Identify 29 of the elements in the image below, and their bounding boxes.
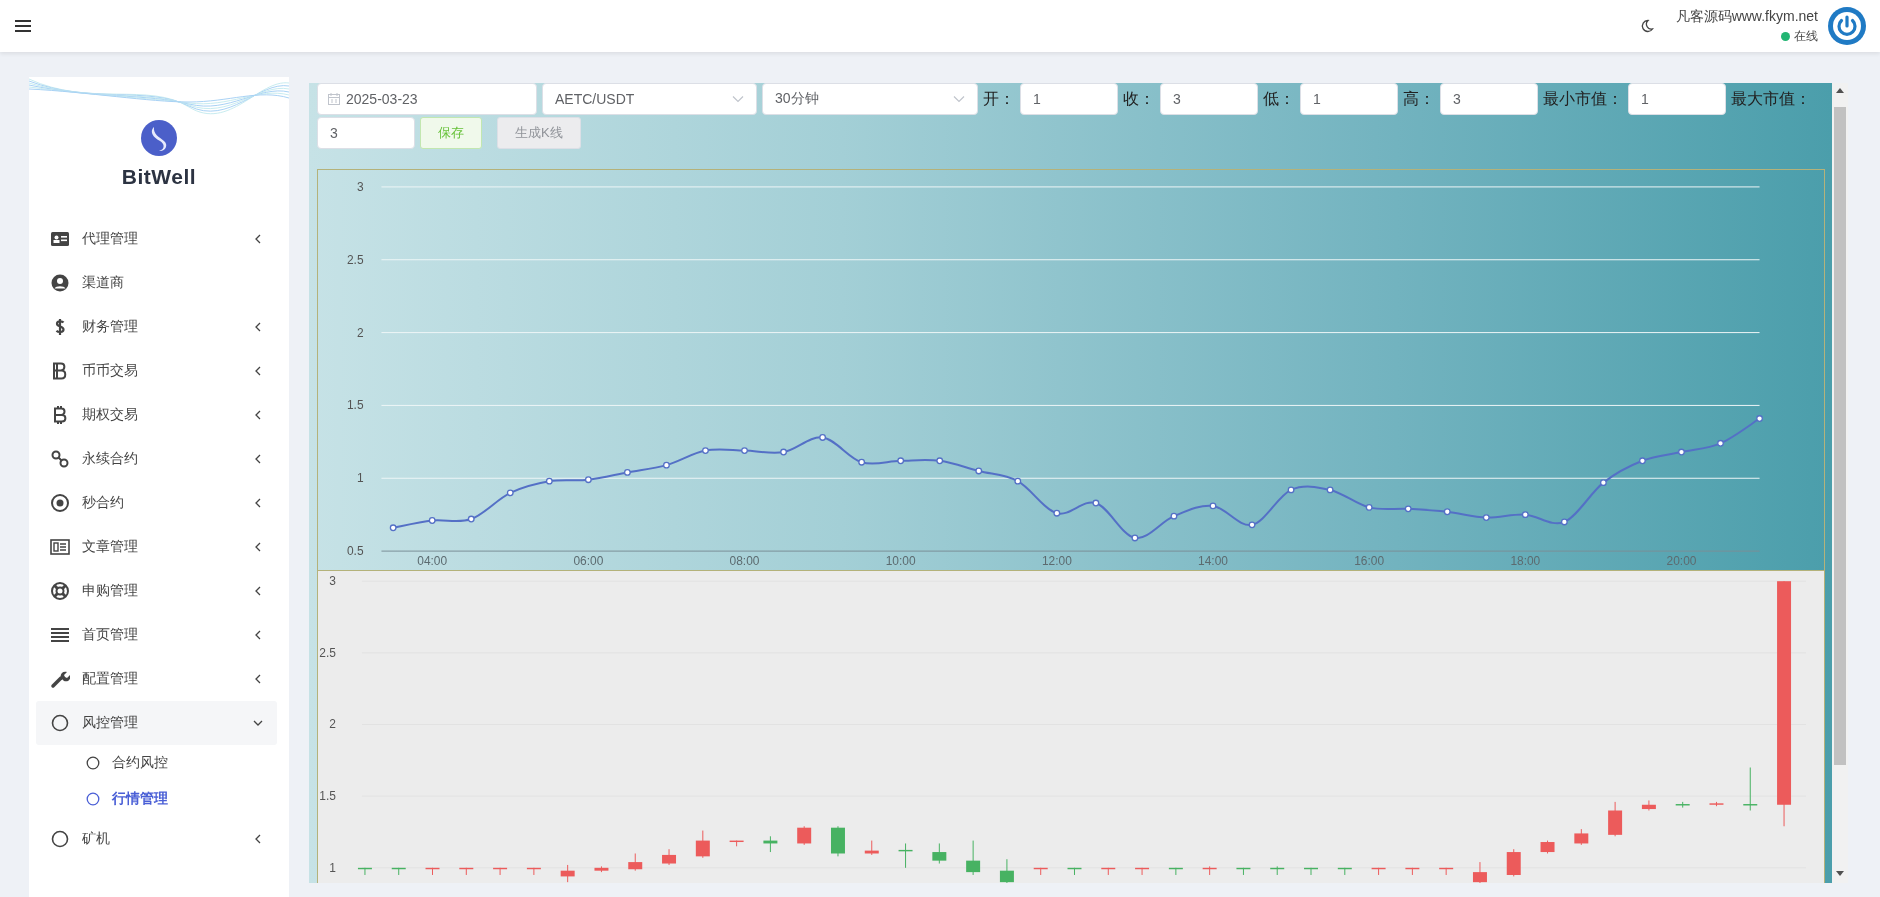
- axis-label: 10:00: [885, 554, 916, 568]
- field-label: 高：: [1403, 88, 1435, 109]
- axis-label: 06:00: [573, 554, 604, 568]
- axis-label: 2: [329, 717, 336, 732]
- field-label: 收：: [1123, 88, 1155, 109]
- axis-label: 18:00: [1510, 554, 1541, 568]
- axis-label: 2.5: [319, 645, 336, 660]
- field-label: 最大市值：: [1731, 88, 1811, 109]
- axis-label: 04:00: [417, 554, 448, 568]
- axis-label: 2.5: [346, 252, 364, 267]
- user-name: 凡客源码www.fkym.net: [1675, 7, 1818, 26]
- status-label: 在线: [1794, 27, 1818, 45]
- field-label: 低：: [1263, 88, 1295, 109]
- axis-label: 20:00: [1666, 554, 1697, 568]
- axis-label: 0.5: [346, 544, 364, 559]
- axis-label: 3: [356, 179, 364, 194]
- axis-label: 1: [329, 860, 336, 875]
- field-label: 开：: [983, 88, 1015, 109]
- axis-label: 08:00: [729, 554, 760, 568]
- field-label: 最小市值：: [1543, 88, 1623, 109]
- axis-label: 3: [329, 574, 336, 589]
- axis-label: 1.5: [346, 398, 364, 413]
- axis-label: 1.5: [319, 789, 336, 804]
- axis-label: 14:00: [1198, 554, 1228, 568]
- axis-label: 12:00: [1041, 554, 1072, 568]
- axis-label: 2: [356, 325, 364, 340]
- axis-label: 1: [356, 471, 364, 486]
- axis-label: 16:00: [1354, 554, 1385, 568]
- brand-name: BitWell: [120, 165, 198, 189]
